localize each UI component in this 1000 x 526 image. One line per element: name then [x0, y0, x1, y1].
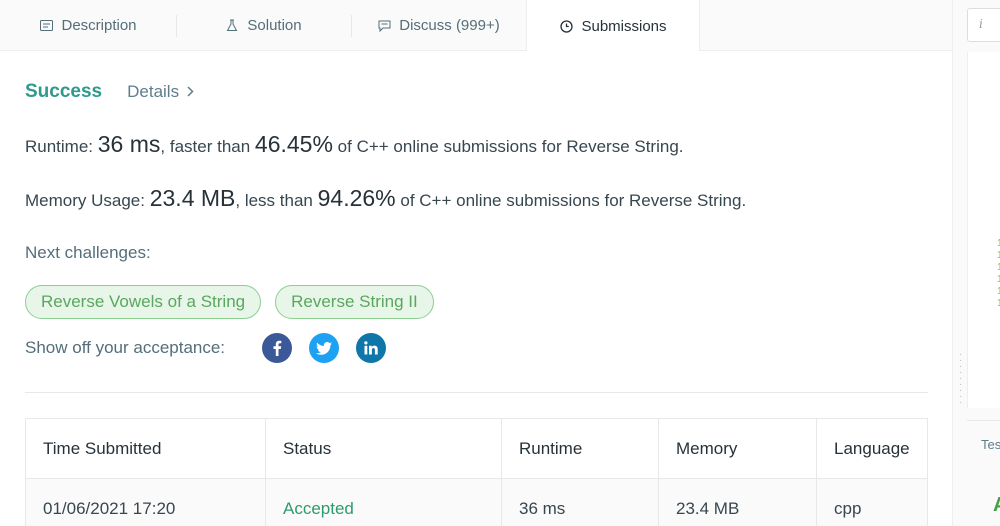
tab-label: Submissions [581, 17, 667, 35]
result-status: Success [25, 81, 103, 102]
chevron-right-icon [187, 84, 194, 100]
share-label: Show off your acceptance: [25, 338, 226, 357]
next-challenges-label: Next challenges: [25, 243, 151, 262]
submission-result-panel: Success Details Runtime: 36 ms, faster t… [0, 51, 952, 526]
column-header[interactable]: Language [816, 418, 928, 479]
challenge-chip[interactable]: Reverse String II [275, 285, 434, 319]
tab-discuss[interactable]: Discuss (999+) [351, 0, 526, 51]
memory-stat: Memory Usage: 23.4 MB, less than 94.26% … [25, 185, 746, 212]
twitter-icon[interactable] [309, 333, 339, 363]
share-row: Show off your acceptance: [25, 333, 403, 363]
tab-label: Discuss (999+) [399, 17, 500, 34]
cell-status-link[interactable]: Accepted [265, 478, 502, 526]
next-challenges-list: Reverse Vowels of a String Reverse Strin… [25, 285, 434, 319]
memory-value: 23.4 MB [149, 185, 236, 211]
column-header[interactable]: Memory [658, 418, 817, 479]
cell-memory: 23.4 MB [658, 478, 817, 526]
tab-description[interactable]: Description [0, 0, 176, 51]
clock-icon [559, 19, 573, 33]
facebook-icon[interactable] [262, 333, 292, 363]
memory-percent: 94.26% [317, 185, 396, 211]
memory-suffix: of C++ online submissions for Reverse St… [400, 191, 747, 210]
tab-label: Solution [247, 17, 302, 34]
testcase-tab[interactable]: Tes [981, 437, 1000, 452]
panel-divider [967, 420, 1000, 421]
tab-label: Description [61, 17, 137, 34]
column-header[interactable]: Time Submitted [25, 418, 266, 479]
tab-solution[interactable]: Solution [176, 0, 351, 51]
result-header: Success Details [25, 81, 194, 103]
details-label: Details [127, 82, 180, 101]
flask-icon [225, 19, 239, 33]
runtime-middle: , faster than [160, 137, 251, 156]
result-status-letter: A [993, 494, 1000, 517]
linkedin-icon[interactable] [356, 333, 386, 363]
submissions-table: Time Submitted Status Runtime Memory Lan… [25, 418, 928, 526]
cell-runtime: 36 ms [501, 478, 659, 526]
column-header[interactable]: Status [265, 418, 502, 479]
challenge-chip[interactable]: Reverse Vowels of a String [25, 285, 262, 319]
discuss-icon [377, 19, 391, 33]
column-header[interactable]: Runtime [501, 418, 659, 479]
tab-bar: Description Solution Discuss (999+) Subm… [0, 0, 952, 52]
description-icon [39, 19, 53, 33]
runtime-label: Runtime: [25, 137, 94, 156]
section-divider [25, 392, 928, 393]
runtime-suffix: of C++ online submissions for Reverse St… [337, 137, 684, 156]
resize-handle[interactable]: · · · · · · · · · [959, 350, 963, 408]
details-link[interactable]: Details [127, 82, 194, 102]
runtime-value: 36 ms [97, 131, 161, 157]
cell-language: cpp [816, 478, 928, 526]
tab-submissions[interactable]: Submissions [526, 0, 700, 52]
table-header-row: Time Submitted Status Runtime Memory Lan… [25, 418, 928, 479]
right-panel: i 111111 ········· Tes A [952, 0, 1000, 526]
runtime-percent: 46.45% [254, 131, 333, 157]
code-editor-edge [967, 52, 1000, 408]
info-input[interactable]: i [967, 8, 1000, 42]
memory-label: Memory Usage: [25, 191, 145, 210]
table-row[interactable]: 01/06/2021 17:20 Accepted 36 ms 23.4 MB … [25, 478, 928, 526]
runtime-stat: Runtime: 36 ms, faster than 46.45% of C+… [25, 131, 684, 158]
memory-middle: , less than [235, 191, 313, 210]
cell-time-submitted: 01/06/2021 17:20 [25, 478, 266, 526]
